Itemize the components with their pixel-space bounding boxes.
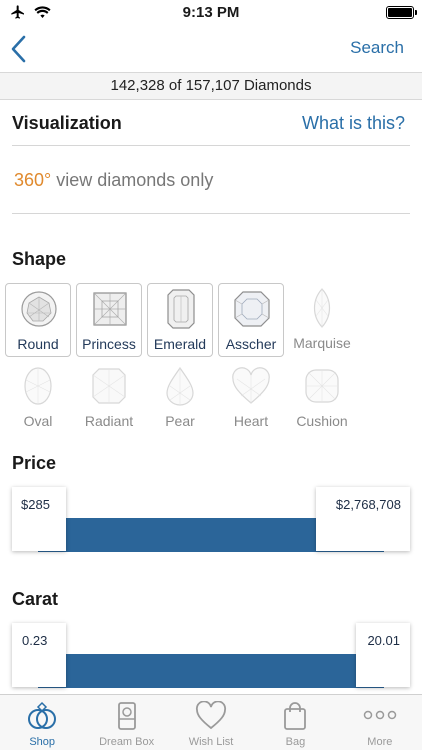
visualization-row: Visualization What is this? (12, 106, 410, 146)
what-is-this-link[interactable]: What is this? (302, 113, 405, 134)
shape-label: Oval (23, 413, 53, 429)
tab-bar: Shop Dream Box Wish List Bag More (0, 694, 422, 750)
tab-more[interactable]: More (338, 695, 422, 750)
shape-label: Radiant (84, 413, 134, 429)
shopping-bag-icon (284, 702, 307, 730)
shape-emerald[interactable]: Emerald (147, 283, 213, 357)
chevron-left-icon (11, 35, 26, 63)
shape-label: Heart (233, 413, 269, 429)
shape-label: Asscher (225, 336, 277, 352)
price-max-handle[interactable]: $2,768,708 (316, 487, 410, 551)
price-min-label: $285 (21, 497, 50, 512)
rings-icon (28, 701, 57, 729)
status-bar: 9:13 PM (0, 0, 422, 26)
shape-label: Emerald (153, 336, 207, 352)
shape-oval[interactable]: Oval (5, 361, 71, 435)
shape-label: Princess (82, 336, 136, 352)
princess-diamond-icon (93, 292, 127, 326)
tab-label: Wish List (188, 736, 234, 748)
shape-label: Cushion (296, 413, 348, 429)
shape-label: Pear (165, 413, 195, 429)
carat-max-label: 20.01 (367, 633, 400, 648)
visualization-title: Visualization (12, 113, 122, 133)
tab-label: Dream Box (99, 736, 155, 748)
shape-marquise[interactable]: Marquise (289, 283, 355, 357)
carat-max-handle[interactable]: 20.01 (356, 623, 410, 687)
tab-wish-list[interactable]: Wish List (169, 695, 253, 750)
price-title: Price (12, 453, 57, 473)
heart-diamond-icon (232, 367, 270, 404)
carat-min-handle[interactable]: 0.23 (12, 623, 66, 687)
more-dots-icon (363, 710, 397, 720)
view-360-toggle[interactable]: 360° view diamonds only (12, 147, 410, 214)
price-min-handle[interactable]: $285 (12, 487, 66, 551)
shape-cushion[interactable]: Cushion (289, 361, 355, 435)
marquise-diamond-icon (313, 288, 331, 328)
shape-title: Shape (12, 249, 67, 269)
view-360-accent: 360° (14, 170, 52, 190)
asscher-diamond-icon (234, 291, 270, 327)
shape-heart[interactable]: Heart (218, 361, 284, 435)
tab-label: Bag (285, 736, 306, 748)
view-360-text: view diamonds only (51, 170, 214, 190)
shape-round[interactable]: Round (5, 283, 71, 357)
carat-min-label: 0.23 (22, 633, 48, 648)
radiant-diamond-icon (92, 368, 126, 404)
tab-dream-box[interactable]: Dream Box (84, 695, 168, 750)
price-max-label: $2,768,708 (335, 497, 401, 512)
back-button[interactable] (8, 32, 30, 66)
price-slider[interactable]: $285 $2,768,708 (12, 487, 410, 552)
diamond-count: 142,328 of 157,107 Diamonds (0, 72, 422, 100)
ring-box-icon (117, 702, 136, 730)
shape-label: Marquise (293, 335, 351, 351)
shape-label: Round (17, 336, 59, 352)
pear-diamond-icon (166, 366, 194, 406)
tab-bag[interactable]: Bag (253, 695, 337, 750)
nav-bar: Search (0, 26, 422, 72)
search-button[interactable]: Search (350, 38, 404, 58)
cushion-diamond-icon (305, 369, 339, 403)
shape-princess[interactable]: Princess (76, 283, 142, 357)
tab-label: Shop (29, 736, 56, 748)
emerald-diamond-icon (167, 289, 195, 329)
carat-title: Carat (12, 589, 59, 609)
carat-range-track (38, 654, 384, 688)
shape-asscher[interactable]: Asscher (218, 283, 284, 357)
status-time: 9:13 PM (182, 4, 240, 21)
battery-icon (386, 6, 417, 19)
tab-label: More (367, 736, 393, 748)
heart-icon (195, 701, 227, 730)
shape-radiant[interactable]: Radiant (76, 361, 142, 435)
shape-pear[interactable]: Pear (147, 361, 213, 435)
carat-slider[interactable]: 0.23 20.01 (12, 623, 410, 688)
round-diamond-icon (21, 291, 57, 327)
oval-diamond-icon (24, 367, 52, 405)
tab-shop[interactable]: Shop (0, 695, 84, 750)
